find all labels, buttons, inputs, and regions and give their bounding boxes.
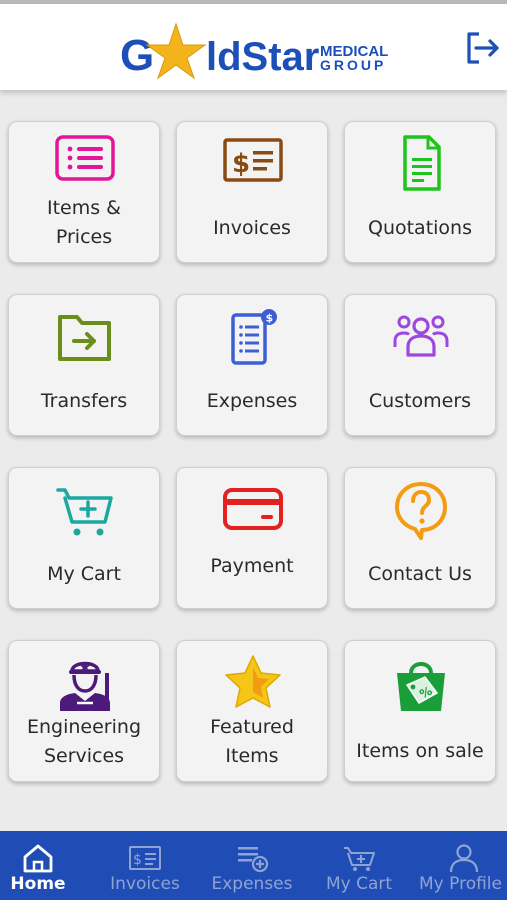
nav-label: My Cart bbox=[325, 874, 393, 894]
svg-text:$: $ bbox=[266, 312, 274, 325]
tile-featured-items[interactable]: Featured Items bbox=[176, 640, 328, 782]
logo-letter-g: G bbox=[120, 31, 154, 80]
folder-transfer-icon bbox=[58, 315, 111, 361]
tile-contact-us[interactable]: Contact Us bbox=[344, 467, 496, 609]
invoice-icon: $ bbox=[223, 138, 283, 182]
tile-label: Engineering Services bbox=[27, 716, 141, 767]
nav-expenses[interactable]: Expenses bbox=[204, 831, 300, 900]
tile-label: Items & Prices bbox=[46, 197, 121, 248]
nav-label: Invoices bbox=[110, 874, 180, 894]
tile-label: Payment bbox=[210, 555, 294, 577]
receipt-icon: $ bbox=[231, 309, 277, 365]
tile-engineering-services[interactable]: Engineering Services bbox=[8, 640, 160, 782]
nav-my-cart[interactable]: My Cart bbox=[318, 831, 400, 900]
tile-label: Featured Items bbox=[210, 716, 294, 767]
tile-items-prices[interactable]: Items & Prices bbox=[8, 121, 160, 263]
tile-label: Expenses bbox=[206, 390, 298, 412]
tile-label: Contact Us bbox=[368, 563, 472, 585]
tile-my-cart[interactable]: My Cart bbox=[8, 467, 160, 609]
list-icon bbox=[55, 135, 115, 181]
tile-customers[interactable]: Customers bbox=[344, 294, 496, 436]
card-icon bbox=[223, 488, 283, 530]
tile-label: Items on sale bbox=[356, 740, 484, 762]
nav-label: Expenses bbox=[211, 874, 293, 894]
users-icon bbox=[393, 315, 449, 357]
app-header: G ldStar MEDICAL GROUP bbox=[0, 4, 507, 90]
logout-icon[interactable] bbox=[461, 28, 501, 68]
nav-invoices[interactable]: $ Invoices bbox=[102, 831, 188, 900]
nav-home[interactable]: Home bbox=[0, 831, 76, 900]
sale-bag-icon: % bbox=[397, 662, 445, 711]
question-bubble-icon bbox=[395, 482, 447, 540]
svg-text:$: $ bbox=[232, 149, 250, 179]
engineer-icon bbox=[60, 661, 110, 711]
cart-icon bbox=[344, 847, 375, 871]
tile-items-on-sale[interactable]: % Items on sale bbox=[344, 640, 496, 782]
star-icon bbox=[225, 655, 281, 708]
tile-label: Customers bbox=[368, 390, 472, 412]
tile-quotations[interactable]: Quotations bbox=[344, 121, 496, 263]
expenses-icon bbox=[238, 847, 269, 873]
logo-sub-group: GROUP bbox=[320, 57, 386, 73]
home-icon bbox=[23, 844, 53, 873]
nav-my-profile[interactable]: My Profile bbox=[417, 831, 507, 900]
logo-wordmark: ldStar bbox=[206, 35, 319, 79]
tile-payment[interactable]: Payment bbox=[176, 467, 328, 609]
tile-label: Quotations bbox=[367, 217, 472, 239]
bottom-navigation: Home $ Invoices Expenses My Cart My Prof… bbox=[0, 831, 507, 900]
document-icon bbox=[403, 135, 441, 191]
tile-invoices[interactable]: $ Invoices bbox=[176, 121, 328, 263]
tile-label: My Cart bbox=[47, 563, 121, 585]
tile-label: Transfers bbox=[40, 390, 128, 412]
cart-icon bbox=[56, 488, 113, 536]
nav-label: Home bbox=[10, 874, 66, 894]
profile-icon bbox=[449, 844, 479, 873]
tile-expenses[interactable]: $ Expenses bbox=[176, 294, 328, 436]
svg-text:$: $ bbox=[133, 852, 142, 868]
tile-transfers[interactable]: Transfers bbox=[8, 294, 160, 436]
tile-label: Invoices bbox=[213, 217, 291, 239]
nav-label: My Profile bbox=[419, 874, 502, 894]
logo-star-icon bbox=[145, 22, 207, 80]
goldstar-logo: G ldStar MEDICAL GROUP bbox=[120, 22, 388, 80]
invoice-icon: $ bbox=[129, 846, 161, 870]
